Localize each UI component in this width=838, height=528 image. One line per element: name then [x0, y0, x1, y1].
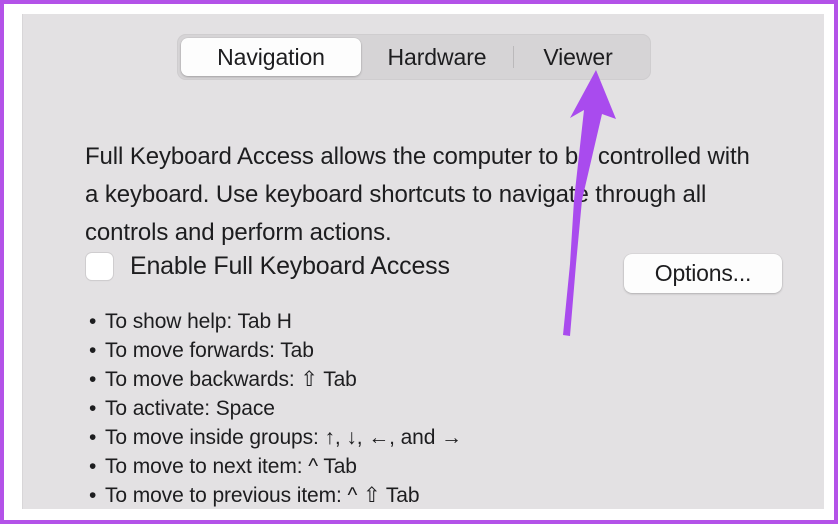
annotated-screenshot-frame: Navigation Hardware Viewer Full Keyboard… [0, 0, 838, 524]
enable-full-keyboard-access-label: Enable Full Keyboard Access [130, 252, 450, 280]
shortcut-text: To move to previous item: ^ ⇧ Tab [105, 484, 420, 507]
shortcut-text: To move to next item: ^ Tab [105, 455, 357, 478]
shortcut-list: • To show help: Tab H • To move forwards: … [89, 307, 462, 510]
keyboard-preferences-panel: Navigation Hardware Viewer Full Keyboard… [22, 14, 824, 509]
tab-bar: Navigation Hardware Viewer [177, 34, 651, 80]
shortcut-text: To move inside groups: ↑, ↓, ←, and → [105, 426, 462, 449]
shortcut-text: To activate: Space [105, 397, 275, 420]
tab-viewer[interactable]: Viewer [514, 38, 642, 76]
bullet-icon: • [89, 455, 97, 478]
enable-full-keyboard-access-checkbox[interactable] [86, 253, 113, 280]
list-item: • To move forwards: Tab [89, 336, 462, 365]
bullet-icon: • [89, 426, 97, 449]
tab-navigation[interactable]: Navigation [181, 38, 361, 76]
bullet-icon: • [89, 484, 97, 507]
shortcut-text: To show help: Tab H [105, 310, 292, 333]
list-item: • To activate: Space [89, 394, 462, 423]
list-item: • To move inside groups: ↑, ↓, ←, and → [89, 423, 462, 452]
list-item: • To move backwards: ⇧ Tab [89, 365, 462, 394]
shortcut-text: To move forwards: Tab [105, 339, 314, 362]
list-item: • To move to next item: ^ Tab [89, 452, 462, 481]
bullet-icon: • [89, 339, 97, 362]
shortcut-text: To move backwards: ⇧ Tab [105, 368, 357, 391]
bullet-icon: • [89, 310, 97, 333]
list-item: • To move to previous item: ^ ⇧ Tab [89, 481, 462, 510]
bullet-icon: • [89, 397, 97, 420]
options-button[interactable]: Options... [624, 254, 782, 293]
tab-hardware[interactable]: Hardware [361, 38, 513, 76]
list-item: • To show help: Tab H [89, 307, 462, 336]
description-text: Full Keyboard Access allows the computer… [85, 143, 750, 246]
enable-full-keyboard-access-row[interactable]: Enable Full Keyboard Access [86, 252, 450, 281]
bullet-icon: • [89, 368, 97, 391]
